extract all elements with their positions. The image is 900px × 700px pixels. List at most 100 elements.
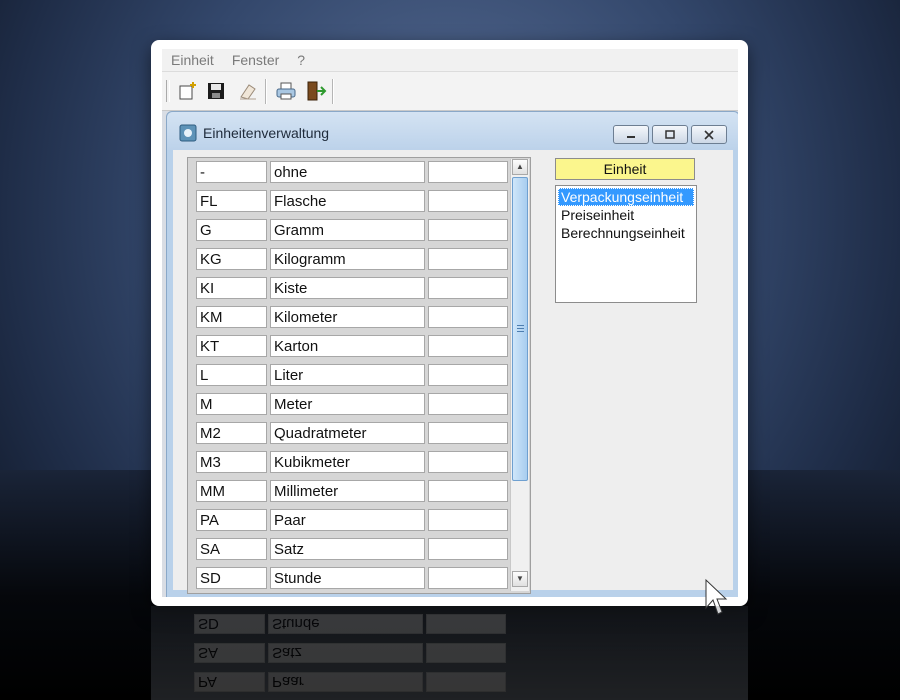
- unit-code-cell[interactable]: SD: [196, 567, 267, 589]
- table-row[interactable]: MM Millimeter: [196, 480, 508, 506]
- unit-code-cell[interactable]: KG: [196, 248, 267, 270]
- unit-name-cell[interactable]: Satz: [270, 538, 425, 560]
- window-titlebar[interactable]: Einheitenverwaltung: [167, 112, 738, 150]
- unit-code-cell[interactable]: KM: [196, 306, 267, 328]
- table-row[interactable]: KM Kilometer: [196, 306, 508, 332]
- unit-name-cell[interactable]: Kiste: [270, 277, 425, 299]
- unit-name-cell[interactable]: Karton: [270, 335, 425, 357]
- unit-code-cell[interactable]: M: [196, 393, 267, 415]
- table-row[interactable]: M2 Quadratmeter: [196, 422, 508, 448]
- unit-extra-cell[interactable]: [428, 422, 508, 444]
- unit-extra-cell[interactable]: [428, 509, 508, 531]
- table-row[interactable]: G Gramm: [196, 219, 508, 245]
- application-window: Einheit Fenster ? Einheitenverwaltung - …: [162, 49, 738, 597]
- table-row[interactable]: M3 Kubikmeter: [196, 451, 508, 477]
- close-icon[interactable]: [691, 125, 727, 144]
- app-icon: [179, 124, 197, 142]
- unit-extra-cell[interactable]: [428, 538, 508, 560]
- scroll-up-icon[interactable]: ▲: [512, 159, 528, 175]
- units-grid: - ohne FL Flasche G Gramm KG Kilogramm KI Kiste KM…: [187, 157, 531, 594]
- unit-extra-cell[interactable]: [428, 480, 508, 502]
- unit-name-cell[interactable]: Kilometer: [270, 306, 425, 328]
- unit-type-listbox[interactable]: Verpackungseinheit Preiseinheit Berechnu…: [555, 185, 697, 303]
- list-item[interactable]: Berechnungseinheit: [558, 224, 694, 242]
- reflected-cell: [426, 643, 506, 663]
- toolbar-grip[interactable]: [166, 80, 170, 102]
- unit-extra-cell[interactable]: [428, 277, 508, 299]
- unit-name-cell[interactable]: Kilogramm: [270, 248, 425, 270]
- minimize-icon[interactable]: [613, 125, 649, 144]
- reflected-cell: Stunde: [268, 614, 423, 634]
- table-row[interactable]: M Meter: [196, 393, 508, 419]
- table-row[interactable]: FL Flasche: [196, 190, 508, 216]
- unit-code-cell[interactable]: M2: [196, 422, 267, 444]
- vertical-scrollbar[interactable]: ▲ ▼: [510, 159, 529, 591]
- unit-name-cell[interactable]: Liter: [270, 364, 425, 386]
- reflected-cell: [426, 614, 506, 634]
- table-row[interactable]: SA Satz: [196, 538, 508, 564]
- list-item[interactable]: Verpackungseinheit: [558, 188, 694, 206]
- save-icon[interactable]: [205, 80, 227, 102]
- scroll-thumb[interactable]: [512, 177, 528, 481]
- unit-name-cell[interactable]: Gramm: [270, 219, 425, 241]
- unit-extra-cell[interactable]: [428, 451, 508, 473]
- reflected-cell: Satz: [268, 643, 423, 663]
- toolbar: [162, 71, 738, 111]
- mdi-child-window: Einheitenverwaltung - ohne FL Flasche G Gramm…: [166, 111, 738, 597]
- unit-code-cell[interactable]: PA: [196, 509, 267, 531]
- table-row[interactable]: L Liter: [196, 364, 508, 390]
- unit-extra-cell[interactable]: [428, 364, 508, 386]
- menubar: Einheit Fenster ?: [162, 49, 738, 71]
- unit-code-cell[interactable]: SA: [196, 538, 267, 560]
- unit-extra-cell[interactable]: [428, 306, 508, 328]
- unit-code-cell[interactable]: -: [196, 161, 267, 183]
- unit-extra-cell[interactable]: [428, 335, 508, 357]
- unit-code-cell[interactable]: MM: [196, 480, 267, 502]
- table-row[interactable]: - ohne: [196, 161, 508, 187]
- unit-code-cell[interactable]: KT: [196, 335, 267, 357]
- reflected-cell: PA: [194, 672, 265, 692]
- table-row[interactable]: KI Kiste: [196, 277, 508, 303]
- unit-name-cell[interactable]: Kubikmeter: [270, 451, 425, 473]
- unit-extra-cell[interactable]: [428, 248, 508, 270]
- unit-extra-cell[interactable]: [428, 393, 508, 415]
- unit-code-cell[interactable]: FL: [196, 190, 267, 212]
- table-row[interactable]: KG Kilogramm: [196, 248, 508, 274]
- unit-extra-cell[interactable]: [428, 567, 508, 589]
- window-client-area: - ohne FL Flasche G Gramm KG Kilogramm KI Kiste KM…: [173, 150, 733, 594]
- screenshot-frame: Einheit Fenster ? Einheitenverwaltung - …: [151, 40, 748, 606]
- unit-code-cell[interactable]: KI: [196, 277, 267, 299]
- unit-name-cell[interactable]: Flasche: [270, 190, 425, 212]
- table-row[interactable]: PA Paar: [196, 509, 508, 535]
- einheit-header-button[interactable]: Einheit: [555, 158, 695, 180]
- window-title: Einheitenverwaltung: [203, 125, 330, 141]
- unit-name-cell[interactable]: Millimeter: [270, 480, 425, 502]
- scroll-down-icon[interactable]: ▼: [512, 571, 528, 587]
- unit-extra-cell[interactable]: [428, 190, 508, 212]
- menu-fenster[interactable]: Fenster: [232, 52, 279, 68]
- unit-name-cell[interactable]: ohne: [270, 161, 425, 183]
- unit-name-cell[interactable]: Meter: [270, 393, 425, 415]
- unit-extra-cell[interactable]: [428, 219, 508, 241]
- new-icon[interactable]: [177, 80, 199, 102]
- reflected-cell: [426, 672, 506, 692]
- reflected-cell: Paar: [268, 672, 423, 692]
- unit-name-cell[interactable]: Paar: [270, 509, 425, 531]
- unit-name-cell[interactable]: Stunde: [270, 567, 425, 589]
- table-row[interactable]: KT Karton: [196, 335, 508, 361]
- table-row[interactable]: SD Stunde: [196, 567, 508, 593]
- toolbar-separator: [332, 79, 334, 104]
- menu-help[interactable]: ?: [297, 52, 305, 68]
- restore-icon[interactable]: [652, 125, 688, 144]
- unit-extra-cell[interactable]: [428, 161, 508, 183]
- menu-einheit[interactable]: Einheit: [171, 52, 214, 68]
- list-item[interactable]: Preiseinheit: [558, 206, 694, 224]
- unit-code-cell[interactable]: M3: [196, 451, 267, 473]
- print-icon[interactable]: [275, 80, 297, 102]
- toolbar-separator: [265, 79, 267, 104]
- exit-icon[interactable]: [305, 80, 327, 102]
- unit-code-cell[interactable]: L: [196, 364, 267, 386]
- unit-name-cell[interactable]: Quadratmeter: [270, 422, 425, 444]
- unit-code-cell[interactable]: G: [196, 219, 267, 241]
- eraser-icon[interactable]: [237, 80, 259, 102]
